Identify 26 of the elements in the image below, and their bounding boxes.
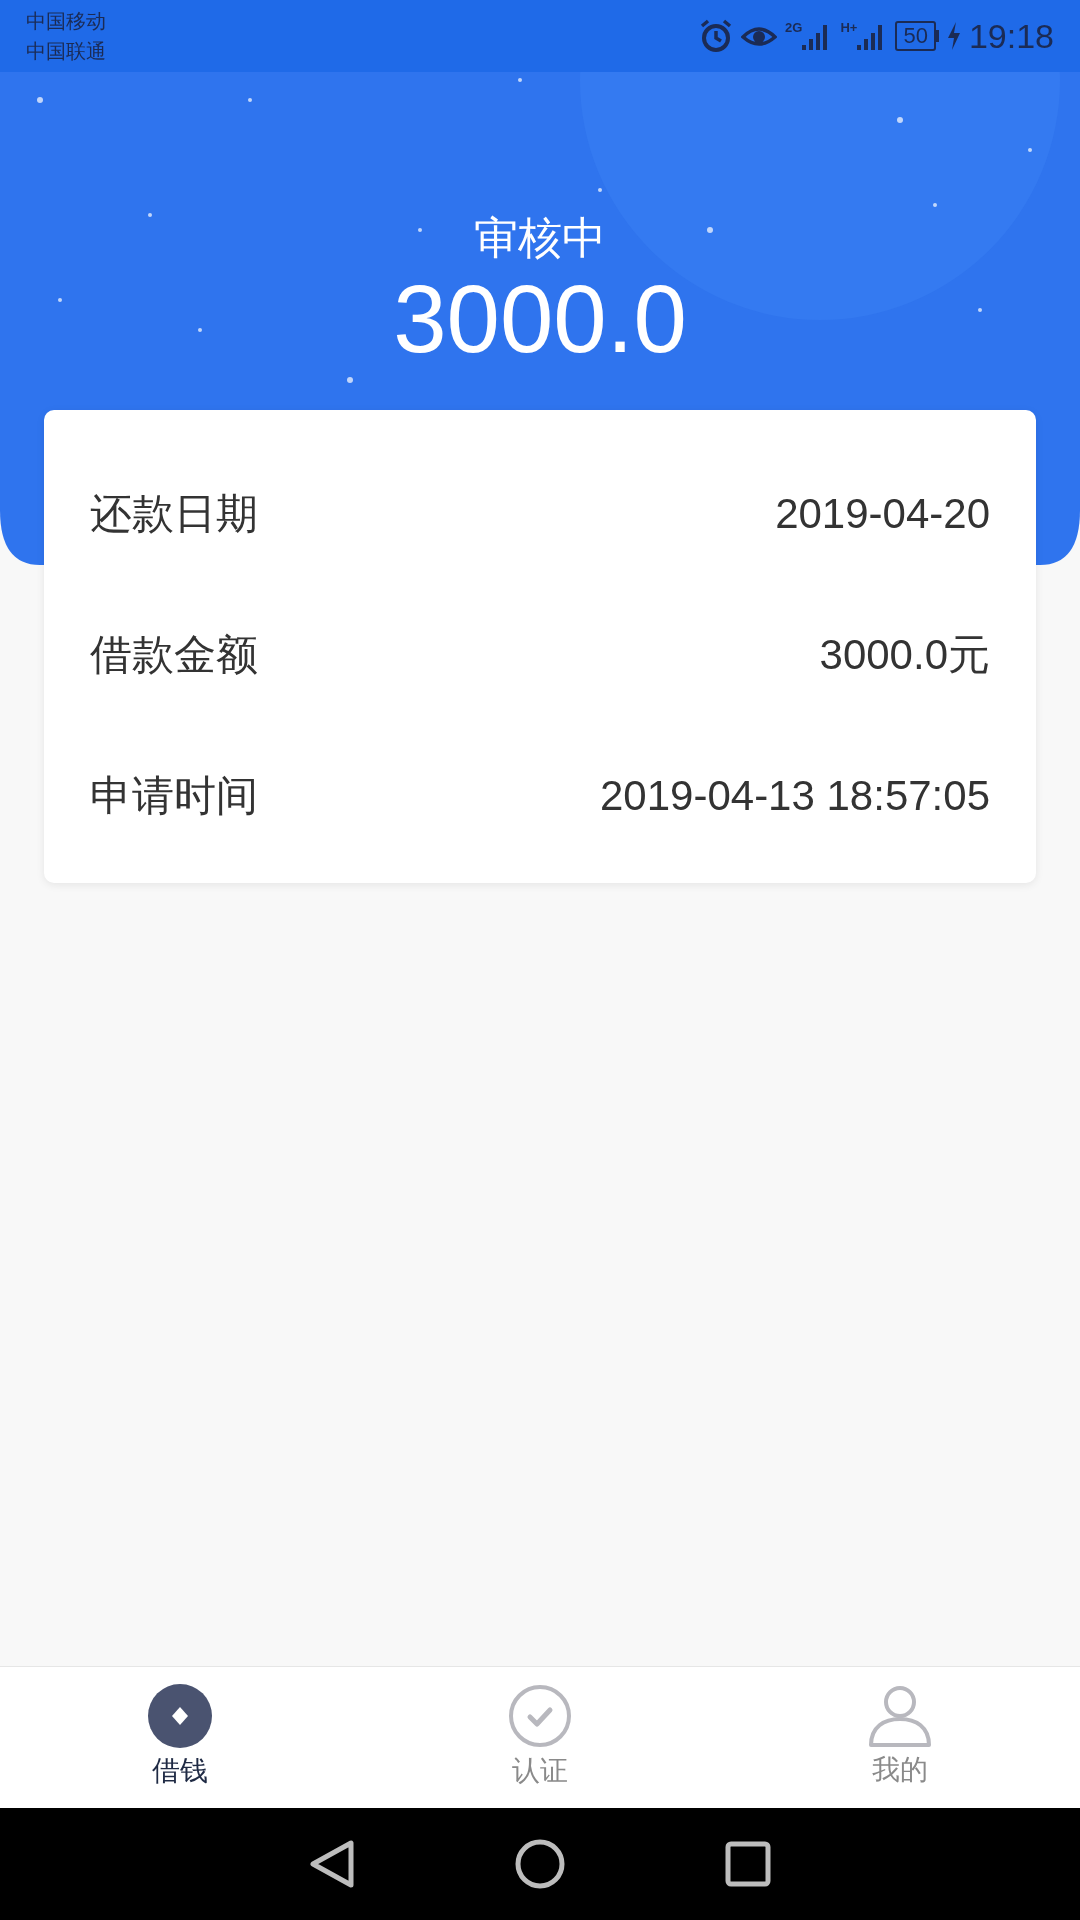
detail-value: 3000.0元 — [819, 629, 990, 680]
detail-value: 2019-04-20 — [775, 488, 990, 539]
tab-item[interactable]: 认证 — [360, 1667, 720, 1808]
status-title: 审核中 — [474, 212, 606, 264]
recent-apps-icon[interactable] — [725, 1841, 771, 1887]
network-label: 2G — [785, 21, 803, 34]
check-circle-icon — [508, 1683, 572, 1748]
diamond-coin-icon — [148, 1683, 212, 1748]
clock-time: 19:18 — [968, 15, 1054, 57]
detail-label: 申请时间 — [90, 770, 258, 821]
detail-label: 还款日期 — [90, 488, 258, 539]
home-icon[interactable] — [515, 1839, 565, 1889]
battery-level: 50 — [895, 21, 936, 51]
battery-tip-icon — [935, 30, 939, 42]
network-label: H+ — [840, 21, 858, 34]
charging-icon — [946, 22, 961, 50]
tab-item[interactable]: 借钱 — [0, 1667, 360, 1808]
back-icon[interactable] — [309, 1839, 355, 1889]
alarm-icon — [699, 19, 734, 53]
user-icon — [868, 1684, 932, 1747]
detail-label: 借款金额 — [90, 629, 258, 680]
carrier-name: 中国联通 — [26, 39, 106, 64]
carrier-name: 中国移动 — [26, 9, 106, 34]
tab-item[interactable]: 我的 — [720, 1667, 1080, 1808]
amount-value: 3000.0 — [393, 264, 687, 374]
detail-value: 2019-04-13 18:57:05 — [600, 770, 990, 821]
